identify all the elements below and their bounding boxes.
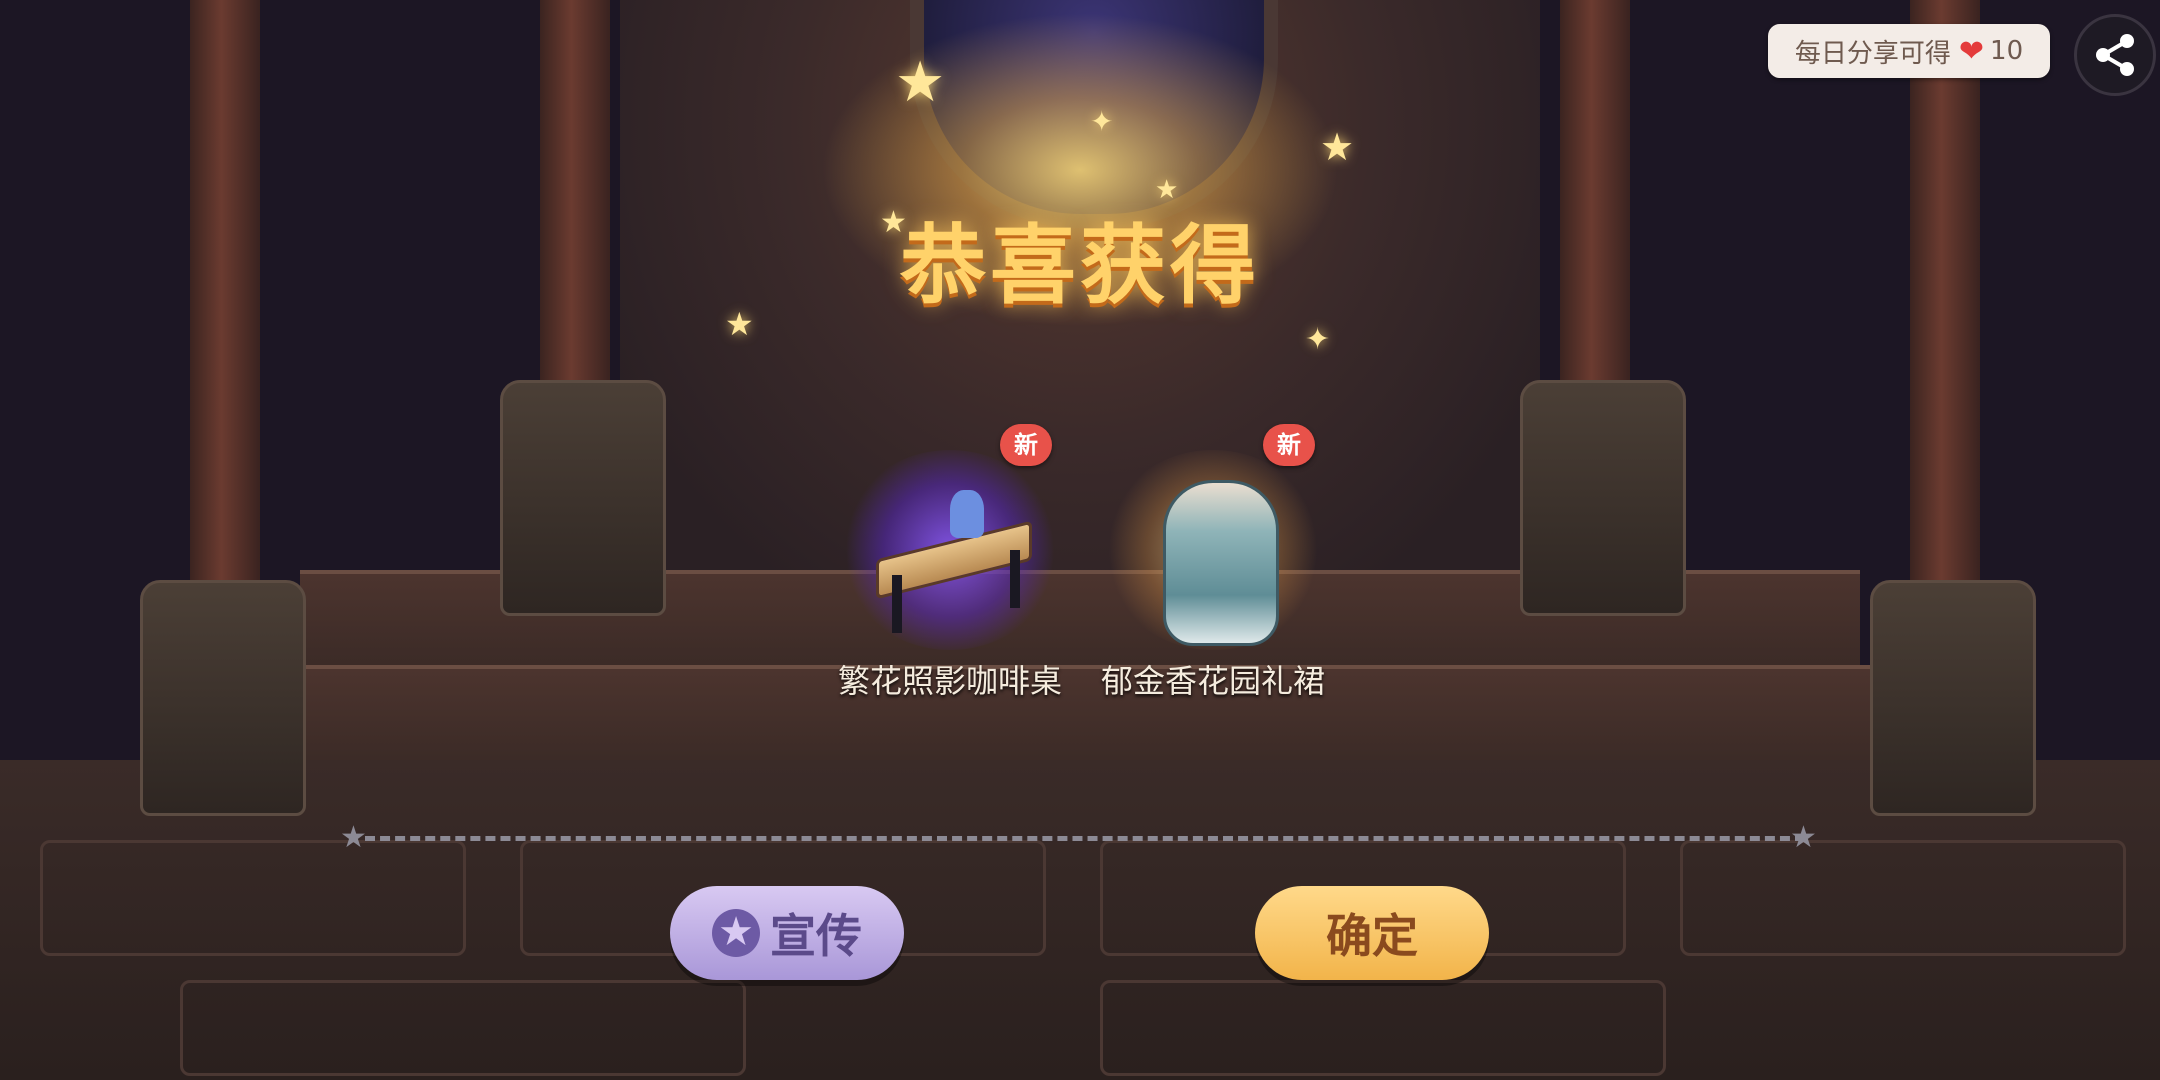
table-leg [892,575,902,633]
promote-button[interactable]: ★ 宣传 [670,886,904,980]
pillar-base-left-inner [500,380,666,616]
confirm-button[interactable]: 确定 [1255,886,1489,980]
promote-label: 宣传 [770,909,862,963]
heart-icon: ❤ [1958,33,1985,69]
sparkle-star-icon: ★ [1320,125,1355,169]
pillar-base-right-inner [1520,380,1686,616]
table-leg [1010,550,1020,608]
floor-tile [180,980,746,1076]
pillar-base-left-outer [140,580,306,816]
stage-step-bottom [260,665,1900,769]
coffee-table-icon: 新 [840,424,1060,650]
floor-tile [1100,980,1666,1076]
floor-tile [40,840,466,956]
divider-star-icon: ★ [1790,820,1817,855]
floor-tile [1680,840,2126,956]
divider-star-icon: ★ [340,820,367,855]
reward-item-coffee-table[interactable]: 新 繁花照影咖啡桌 [820,424,1080,702]
dress-icon: 新 [1103,424,1323,650]
star-badge-icon: ★ [712,909,760,957]
share-reward-amount: 10 [1990,36,2024,66]
share-reward-text: 每日分享可得 [1794,38,1951,69]
confirm-label: 确定 [1326,909,1418,963]
dress-shape [1163,480,1279,646]
sparkle-star-icon: ✦ [1305,322,1331,357]
floor [0,760,2160,1080]
pillar-base-right-outer [1870,580,2036,816]
reward-title: 恭喜获得 [900,216,1260,316]
sparkle-star-icon: ★ [725,305,754,343]
new-badge: 新 [1263,424,1315,466]
dotted-divider [365,836,1805,841]
new-badge: 新 [1000,424,1052,466]
share-button[interactable] [2074,14,2156,96]
daily-share-reward: 每日分享可得 ❤ 10 [1768,24,2050,78]
reward-item-dress[interactable]: 新 郁金香花园礼裙 [1083,424,1343,702]
reward-scene: ★ ★ ★ ✦ ✦ ★ ★ 恭喜获得 新 繁花照影咖啡桌 新 郁金香花园礼裙 ★… [0,0,2160,1080]
flower-vase [950,490,984,538]
sparkle-star-icon: ✦ [1090,105,1114,138]
sparkle-star-icon: ★ [895,50,946,115]
item-name: 繁花照影咖啡桌 [837,662,1062,700]
share-icon [2096,34,2134,76]
item-name: 郁金香花园礼裙 [1100,662,1325,700]
